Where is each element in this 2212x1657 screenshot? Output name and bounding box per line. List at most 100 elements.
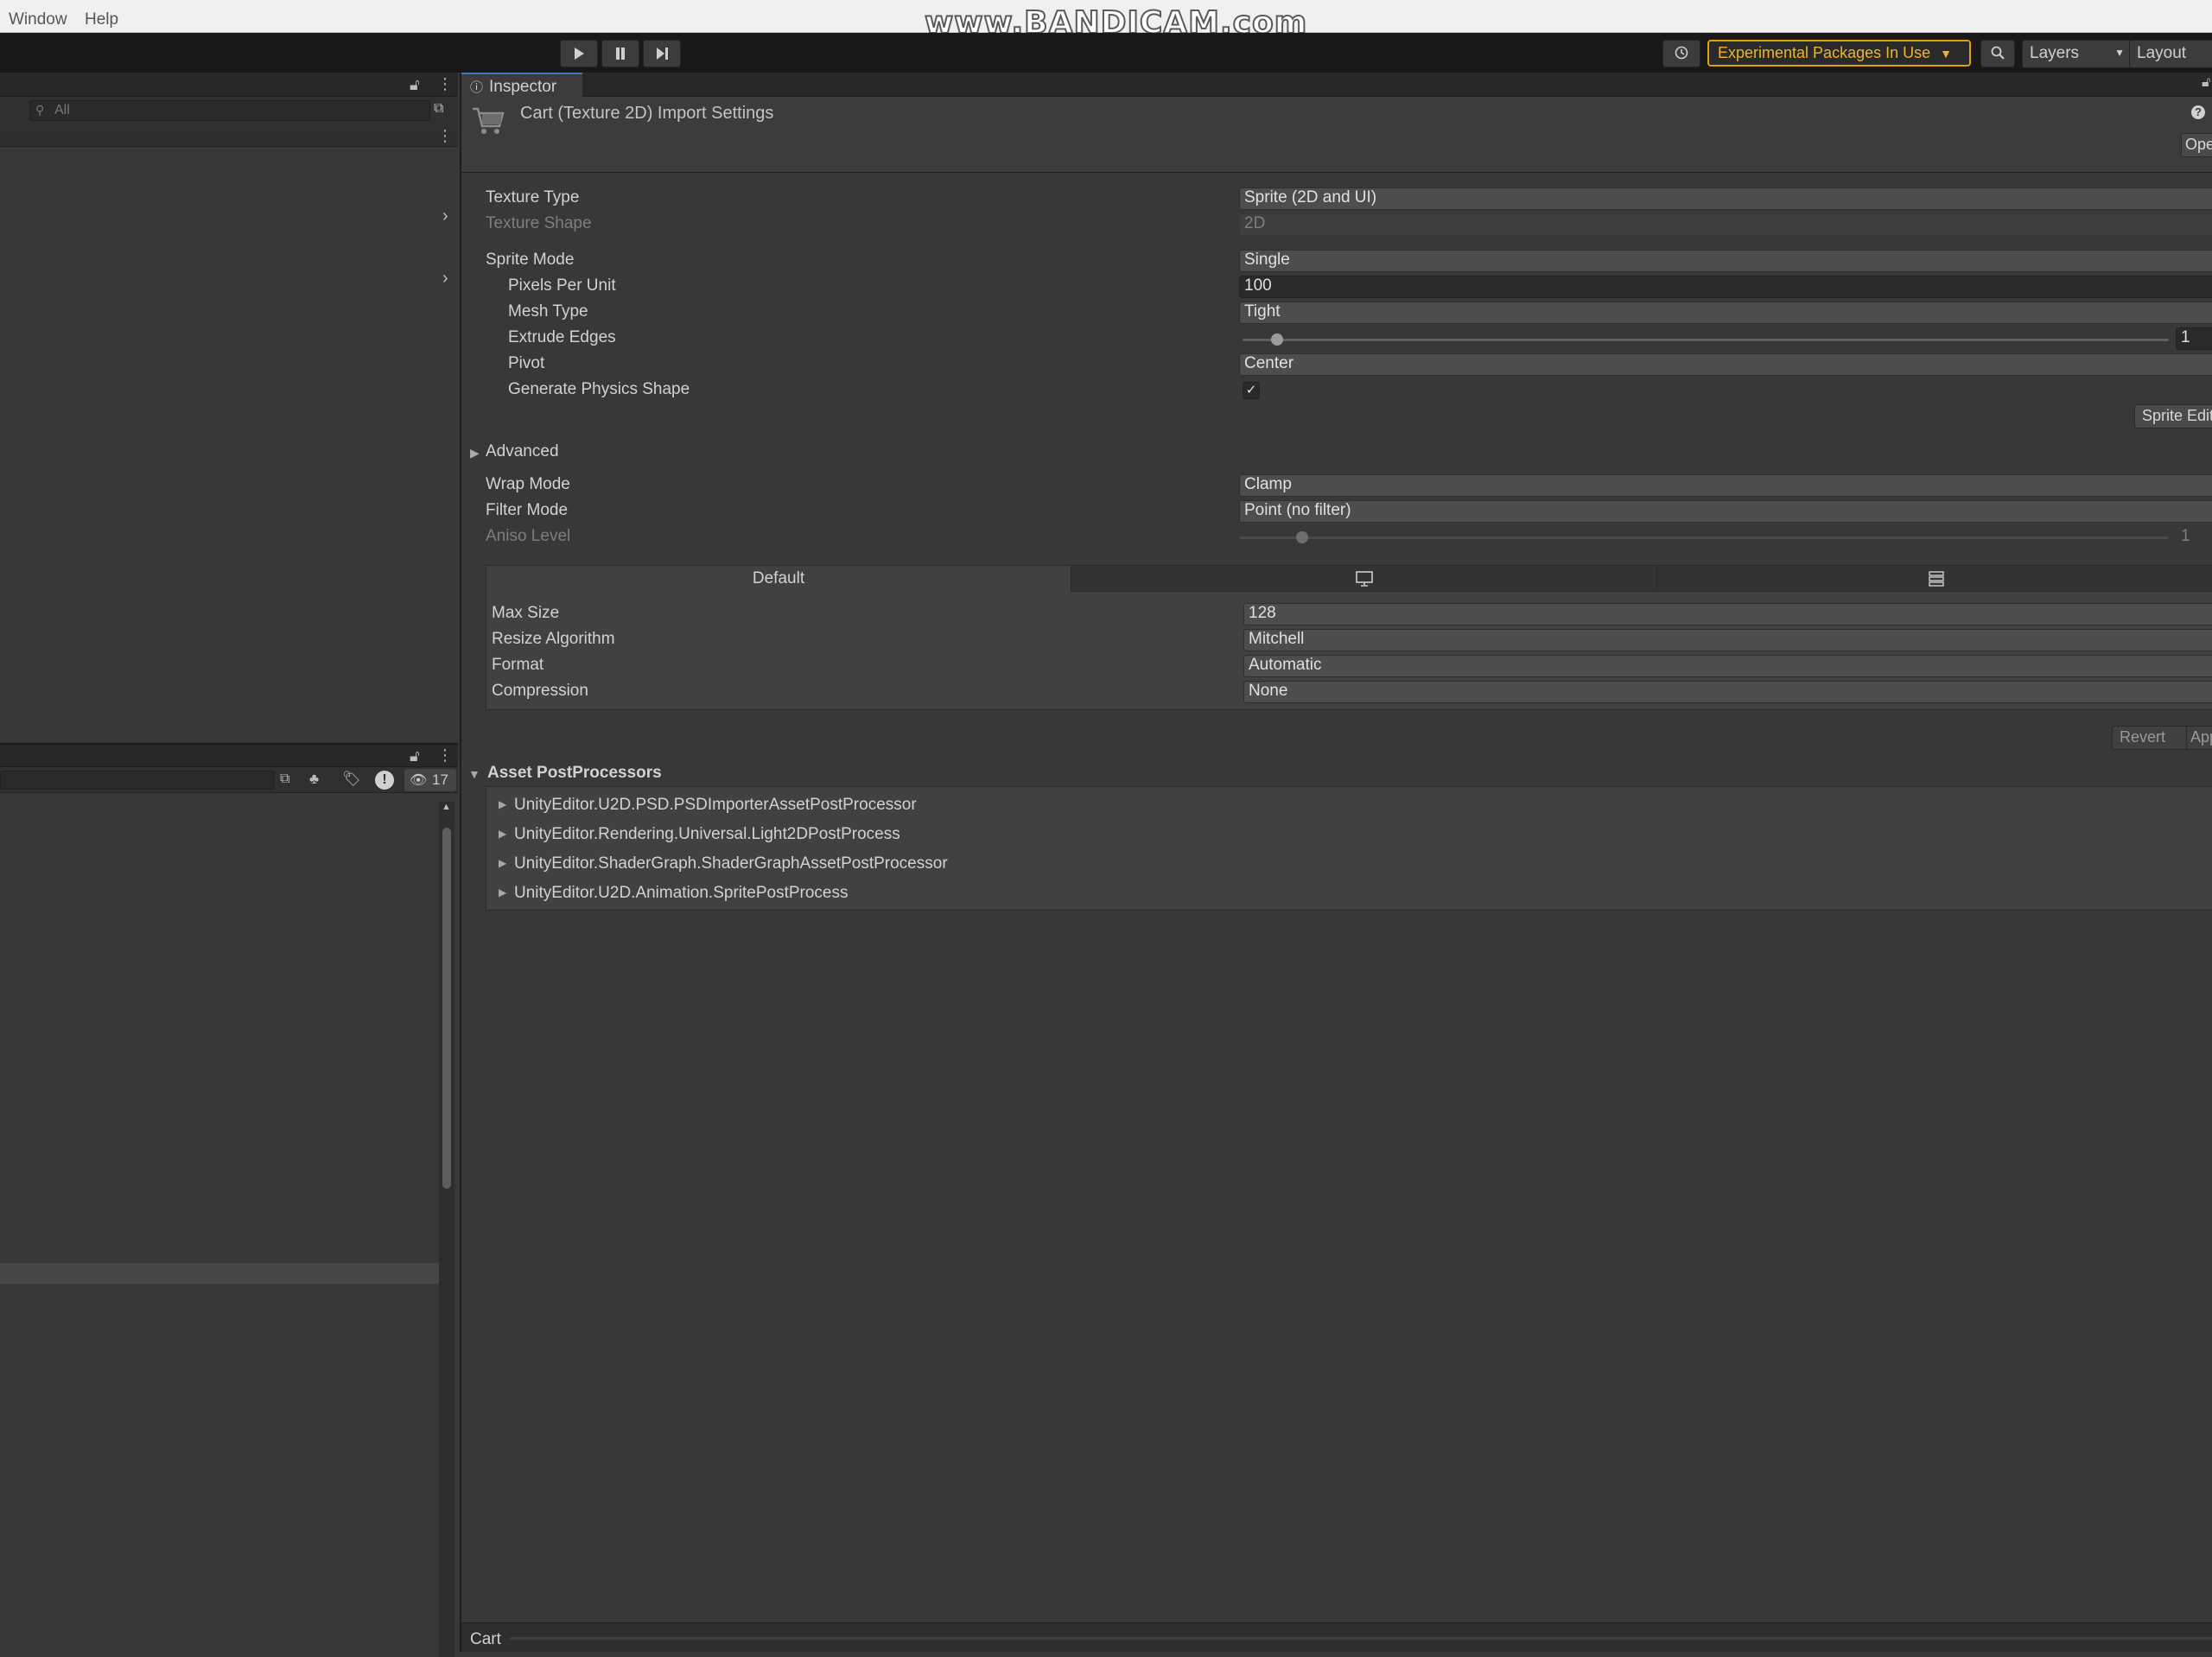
aniso-level-value: 1 bbox=[2181, 527, 2190, 545]
info-icon: ⓘ bbox=[470, 80, 484, 95]
search-placeholder: All bbox=[54, 103, 70, 117]
layers-label: Layers bbox=[2030, 44, 2080, 62]
main-toolbar: Experimental Packages In Use ▼ Layers ▼ … bbox=[0, 33, 2212, 73]
experimental-packages-label: Experimental Packages In Use bbox=[1718, 44, 1931, 61]
texture-type-dropdown[interactable]: Sprite (2D and UI) bbox=[1239, 187, 2212, 210]
menu-help[interactable]: Help bbox=[85, 10, 118, 29]
lock-icon[interactable]: 🔓︎ bbox=[410, 77, 420, 92]
search-icon: ⚲ bbox=[35, 103, 45, 117]
asset-header: Cart (Texture 2D) Import Settings ? Open bbox=[461, 97, 2212, 173]
format-dropdown[interactable]: Automatic bbox=[1243, 655, 2212, 677]
project-panel-header: 🔓︎ ⋮ bbox=[0, 745, 458, 767]
menu-window[interactable]: Window bbox=[9, 10, 67, 29]
aniso-level-slider-knob bbox=[1296, 531, 1308, 543]
inspector-tab-label: Inspector bbox=[489, 78, 557, 96]
tab-default[interactable]: Default bbox=[486, 566, 1071, 592]
pixels-per-unit-input[interactable]: 100 bbox=[1239, 276, 2212, 298]
list-item[interactable]: ▶ UnityEditor.Rendering.Universal.Light2… bbox=[486, 820, 2212, 849]
lock-icon[interactable]: 🔓︎ bbox=[2202, 76, 2210, 90]
wrap-mode-label: Wrap Mode bbox=[486, 475, 570, 493]
play-icon bbox=[575, 48, 584, 60]
generate-physics-shape-label: Generate Physics Shape bbox=[508, 380, 690, 398]
postprocessors-foldout-arrow[interactable]: ▼ bbox=[468, 767, 480, 781]
project-selected-row[interactable] bbox=[0, 1263, 439, 1284]
project-scrollbar[interactable]: ▲ bbox=[439, 802, 454, 1657]
chevron-right-icon: ▶ bbox=[499, 828, 507, 840]
sprite-mode-dropdown[interactable]: Single bbox=[1239, 250, 2212, 272]
postprocessor-name: UnityEditor.U2D.PSD.PSDImporterAssetPost… bbox=[514, 796, 917, 814]
layers-dropdown[interactable]: Layers ▼ bbox=[2022, 40, 2133, 68]
cart-icon bbox=[473, 107, 505, 134]
max-size-dropdown[interactable]: 128 bbox=[1243, 603, 2212, 625]
generate-physics-shape-checkbox[interactable]: ✓ bbox=[1243, 382, 1260, 399]
chevron-right-icon[interactable]: › bbox=[442, 207, 448, 225]
compression-dropdown[interactable]: None bbox=[1243, 681, 2212, 703]
search-options-icon[interactable]: ⧉ bbox=[434, 102, 443, 116]
apply-button[interactable]: Apply bbox=[2186, 726, 2212, 750]
more-options-icon[interactable]: ⋮ bbox=[437, 76, 453, 92]
postprocessor-name: UnityEditor.Rendering.Universal.Light2DP… bbox=[514, 825, 900, 843]
inspector-tab-bar: ⓘ Inspector 🔓︎ bbox=[461, 73, 2212, 97]
chevron-right-icon: ▶ bbox=[499, 886, 507, 898]
pivot-label: Pivot bbox=[508, 354, 545, 372]
step-button[interactable] bbox=[643, 40, 681, 67]
checkmark-icon: ✓ bbox=[1245, 383, 1257, 397]
preview-bar[interactable]: Cart bbox=[461, 1622, 2212, 1652]
filter-by-label-icon[interactable]: 🏷︎ bbox=[342, 771, 361, 786]
help-icon[interactable]: ? bbox=[2191, 105, 2205, 119]
extrude-edges-label: Extrude Edges bbox=[508, 328, 616, 346]
hierarchy-panel: 🔓︎ ⋮ ⚲ All ⧉ ⋮ › › bbox=[0, 73, 458, 743]
open-button[interactable]: Open bbox=[2181, 133, 2212, 157]
tab-standalone[interactable] bbox=[1071, 566, 1656, 592]
texture-shape-dropdown: 2D bbox=[1239, 213, 2212, 236]
hierarchy-search-input[interactable]: ⚲ All bbox=[29, 100, 430, 121]
extrude-edges-slider[interactable] bbox=[1243, 339, 2169, 341]
search-button[interactable] bbox=[1980, 40, 2015, 67]
sprite-editor-button[interactable]: Sprite Editor bbox=[2134, 404, 2212, 429]
chevron-right-icon: ▶ bbox=[499, 857, 507, 869]
extrude-edges-input[interactable]: 1 bbox=[2176, 327, 2212, 350]
more-options-icon[interactable]: ⋮ bbox=[437, 747, 453, 763]
undo-history-button[interactable] bbox=[1662, 40, 1700, 67]
wrap-mode-dropdown[interactable]: Clamp bbox=[1239, 474, 2212, 497]
pause-button[interactable] bbox=[601, 40, 639, 67]
filter-mode-label: Filter Mode bbox=[486, 501, 569, 519]
advanced-foldout-label[interactable]: Advanced bbox=[486, 442, 559, 461]
lock-icon[interactable]: 🔓︎ bbox=[410, 748, 420, 764]
scrollbar-thumb[interactable] bbox=[442, 828, 451, 1189]
layout-label: Layout bbox=[2137, 44, 2187, 62]
postprocessor-name: UnityEditor.U2D.Animation.SpritePostProc… bbox=[514, 884, 849, 902]
extrude-edges-slider-knob[interactable] bbox=[1271, 333, 1283, 346]
advanced-foldout-arrow[interactable]: ▶ bbox=[470, 446, 480, 460]
project-toolbar: ⧉ ♣ 🏷︎ ! 👁︎ 17 bbox=[0, 767, 458, 793]
hidden-packages-toggle[interactable]: 👁︎ 17 bbox=[404, 769, 456, 791]
search-options-icon[interactable]: ⧉ bbox=[280, 772, 289, 786]
list-item[interactable]: ▶ UnityEditor.ShaderGraph.ShaderGraphAss… bbox=[486, 849, 2212, 879]
hidden-count: 17 bbox=[432, 771, 448, 788]
layout-dropdown[interactable]: Layout bbox=[2129, 40, 2212, 68]
play-button[interactable] bbox=[560, 40, 598, 67]
pause-icon bbox=[616, 48, 625, 60]
resize-algorithm-dropdown[interactable]: Mitchell bbox=[1243, 629, 2212, 651]
revert-button[interactable]: Revert bbox=[2112, 726, 2196, 750]
compression-label: Compression bbox=[492, 682, 588, 700]
chevron-right-icon[interactable]: › bbox=[442, 270, 448, 287]
postprocessors-title[interactable]: Asset PostProcessors bbox=[487, 764, 662, 783]
mesh-type-dropdown[interactable]: Tight bbox=[1239, 302, 2212, 324]
pivot-dropdown[interactable]: Center bbox=[1239, 353, 2212, 376]
step-icon bbox=[657, 48, 668, 60]
tab-inspector[interactable]: ⓘ Inspector bbox=[461, 73, 582, 97]
postprocessor-name: UnityEditor.ShaderGraph.ShaderGraphAsset… bbox=[514, 854, 948, 873]
preview-drag-handle[interactable] bbox=[510, 1637, 2212, 1640]
warning-icon[interactable]: ! bbox=[375, 771, 394, 790]
project-search-input[interactable] bbox=[0, 771, 275, 790]
inspector-panel: ⓘ Inspector 🔓︎ Cart (Texture 2D) Import … bbox=[460, 73, 2212, 1652]
filter-mode-dropdown[interactable]: Point (no filter) bbox=[1239, 500, 2212, 523]
max-size-label: Max Size bbox=[492, 604, 560, 622]
experimental-packages-dropdown[interactable]: Experimental Packages In Use ▼ bbox=[1707, 40, 1971, 67]
more-options-icon[interactable]: ⋮ bbox=[437, 128, 453, 143]
list-item[interactable]: ▶ UnityEditor.U2D.PSD.PSDImporterAssetPo… bbox=[486, 790, 2212, 820]
list-item[interactable]: ▶ UnityEditor.U2D.Animation.SpritePostPr… bbox=[486, 879, 2212, 908]
tab-server[interactable] bbox=[1656, 566, 2212, 592]
filter-by-type-icon[interactable]: ♣ bbox=[309, 771, 319, 786]
